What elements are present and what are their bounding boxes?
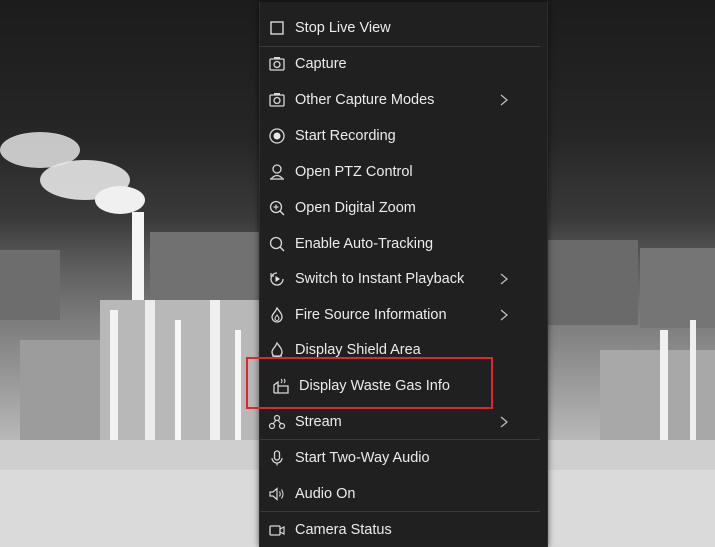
- menu-item-stop-live-view[interactable]: Stop Live View: [260, 11, 547, 45]
- ptz-person-icon: [268, 163, 286, 181]
- menu-item-fire-source-information[interactable]: Fire Source Information: [260, 298, 547, 332]
- menu-item-label: Camera Status: [295, 522, 392, 538]
- menu-item-label: Other Capture Modes: [295, 92, 435, 108]
- context-menu: Stop Live View Capture Other Capture Mod…: [259, 2, 548, 547]
- menu-item-audio-on[interactable]: Audio On: [260, 477, 547, 511]
- camera-icon: [268, 91, 286, 109]
- search-icon: [268, 235, 286, 253]
- menu-item-label: Audio On: [295, 486, 356, 502]
- menu-item-label: Stop Live View: [295, 20, 391, 36]
- chevron-right-icon: [498, 93, 510, 107]
- stream-icon: [268, 413, 286, 431]
- microphone-icon: [268, 449, 286, 467]
- menu-item-camera-status[interactable]: Camera Status: [260, 513, 547, 547]
- chevron-right-icon: [498, 308, 510, 322]
- menu-item-label: Start Two-Way Audio: [295, 450, 430, 466]
- menu-item-stream[interactable]: Stream: [260, 405, 547, 439]
- menu-separator: [260, 511, 540, 512]
- chevron-right-icon: [498, 272, 510, 286]
- chevron-right-icon: [498, 415, 510, 429]
- menu-item-label: Capture: [295, 56, 347, 72]
- menu-item-label: Fire Source Information: [295, 307, 447, 323]
- menu-item-start-recording[interactable]: Start Recording: [260, 119, 547, 153]
- zoom-in-icon: [268, 199, 286, 217]
- camera-status-icon: [268, 521, 286, 539]
- menu-item-other-capture-modes[interactable]: Other Capture Modes: [260, 83, 547, 117]
- menu-item-label: Enable Auto-Tracking: [295, 236, 434, 252]
- square-icon: [268, 19, 286, 37]
- menu-item-label: Start Recording: [295, 128, 396, 144]
- playback-icon: [268, 270, 286, 288]
- menu-item-open-digital-zoom[interactable]: Open Digital Zoom: [260, 191, 547, 225]
- camera-icon: [268, 55, 286, 73]
- menu-item-label: Stream: [295, 414, 342, 430]
- flame-icon: [268, 306, 286, 324]
- menu-item-switch-to-instant-playback[interactable]: Switch to Instant Playback: [260, 262, 547, 296]
- menu-item-label: Switch to Instant Playback: [295, 271, 465, 287]
- menu-item-capture[interactable]: Capture: [260, 47, 547, 81]
- menu-separator: [260, 439, 540, 440]
- highlight-box: [246, 357, 493, 409]
- menu-item-label: Open Digital Zoom: [295, 200, 416, 216]
- menu-item-enable-auto-tracking[interactable]: Enable Auto-Tracking: [260, 227, 547, 261]
- record-icon: [268, 127, 286, 145]
- speaker-icon: [268, 485, 286, 503]
- menu-item-start-two-way-audio[interactable]: Start Two-Way Audio: [260, 441, 547, 475]
- menu-item-open-ptz-control[interactable]: Open PTZ Control: [260, 155, 547, 189]
- menu-item-label: Open PTZ Control: [295, 164, 413, 180]
